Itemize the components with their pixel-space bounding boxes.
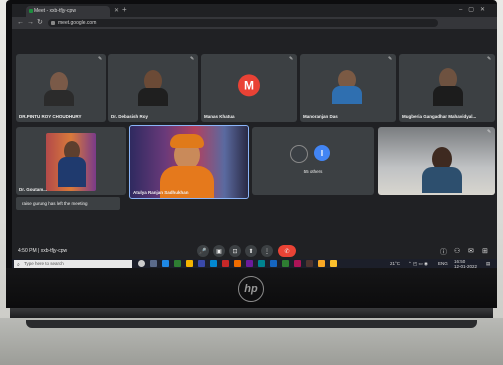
url-input[interactable]: meet.google.com [48,19,438,27]
app-icon[interactable] [222,260,229,267]
participant-name: Atulya Ranjan Sadhukhan [133,190,189,195]
app-icon[interactable] [198,260,205,267]
participant-tile[interactable]: ✎ Mugberia Gangadhar Mahavidyal... [399,54,495,122]
chat-icon[interactable]: ✉ [468,247,474,255]
photo: Meet - xxb-tfjy-cpw ✕ + –▢✕ ← → ↻ meet.g… [0,0,503,365]
mic-icon[interactable]: 🎤 [197,245,209,257]
camera-icon[interactable]: ▣ [213,245,225,257]
present-icon[interactable]: ⬆ [245,245,257,257]
participant-avatar: I [314,145,330,161]
window-controls[interactable]: –▢✕ [459,6,491,13]
mic-off-icon: ✎ [289,56,294,62]
end-call-button[interactable]: ✆ [278,245,296,257]
self-view-tile[interactable]: ✎ [378,127,495,195]
close-tab-icon[interactable]: ✕ [114,7,119,14]
participant-name: Dr. Debasish Roy [111,114,149,119]
lock-icon [51,21,55,25]
active-speaker-tile[interactable]: Atulya Ranjan Sadhukhan [129,125,249,199]
participant-name: DR.PINTU ROY CHOUDHURY [19,114,82,119]
participant-video [170,134,204,148]
participant-video [332,86,362,104]
participant-tile[interactable]: Dr. Goutam... [16,127,126,195]
language-indicator[interactable]: ENG [438,261,448,266]
app-icon[interactable] [282,260,289,267]
browser-tab-title: Meet - xxb-tfjy-cpw [34,8,76,14]
meet-favicon-icon [29,9,33,13]
app-icon[interactable] [234,260,241,267]
participant-left-toast: raise gurung has left the meeting [16,197,120,210]
app-icon[interactable] [270,260,277,267]
mic-off-icon: ✎ [388,56,393,62]
participant-tile[interactable]: M ✎ Manas Khatua [201,54,297,122]
taskbar-search-input[interactable]: ⌕ Type here to search [14,260,132,268]
info-icon[interactable]: ⓘ [440,247,447,257]
new-tab-icon[interactable]: + [122,5,127,14]
captions-icon[interactable]: ⊡ [229,245,241,257]
hp-logo: hp [238,276,264,302]
app-icon[interactable] [174,260,181,267]
people-icon[interactable]: ⚇ [454,247,460,255]
participant-video [58,157,86,187]
url-text: meet.google.com [58,20,97,26]
app-icon[interactable] [318,260,325,267]
laptop-base-lip [26,320,477,328]
participant-tile[interactable]: I 55 others [252,127,374,195]
app-icon[interactable] [258,260,265,267]
app-icon[interactable] [210,260,217,267]
more-options-icon[interactable]: ⋮ [261,245,273,257]
mic-off-icon: ✎ [190,56,195,62]
task-view-icon[interactable] [150,260,157,267]
chrome-icon[interactable] [330,260,337,267]
forward-icon[interactable]: → [27,19,34,27]
participant-tile[interactable]: ✎ Dr. Debasish Roy [108,54,198,122]
mic-off-icon: ✎ [487,129,492,135]
participant-name: Manoranjan Das [303,114,338,119]
participant-video [44,90,74,106]
edge-icon[interactable] [162,260,169,267]
file-explorer-icon[interactable] [186,260,193,267]
app-icon[interactable] [246,260,253,267]
participant-avatar [290,145,308,163]
participant-name: Manas Khatua [204,114,235,119]
meeting-info: 4:50 PM | xxb-tfjy-cpw [18,248,68,254]
participant-video [138,88,168,106]
participant-video [422,167,462,193]
browser-tab-bar: Meet - xxb-tfjy-cpw ✕ + –▢✕ [12,4,497,17]
mic-off-icon: ✎ [98,56,103,62]
back-icon[interactable]: ← [17,19,24,27]
meet-control-bar: 4:50 PM | xxb-tfjy-cpw 🎤 ▣ ⊡ ⬆ ⋮ ✆ ⓘ ⚇ ✉… [12,244,497,259]
laptop-hinge [10,308,493,318]
others-count: 55 others [303,169,323,175]
weather-text[interactable]: 21°C [390,261,400,266]
notification-icon[interactable]: ▤ [486,261,490,267]
activities-icon[interactable]: ⊞ [482,247,488,255]
participant-tile[interactable]: ✎ Manoranjan Das [300,54,396,122]
participant-tile[interactable]: ✎ DR.PINTU ROY CHOUDHURY [16,54,106,122]
participant-name: Dr. Goutam... [19,187,48,192]
app-icon[interactable] [306,260,313,267]
tray-icons[interactable]: ⌃ ◰ ▭ ◉ [408,261,428,267]
participant-name: Mugberia Gangadhar Mahavidyal... [402,114,477,119]
laptop-screen: Meet - xxb-tfjy-cpw ✕ + –▢✕ ← → ↻ meet.g… [12,4,497,269]
search-placeholder: Type here to search [24,261,64,266]
mic-off-icon: ✎ [487,56,492,62]
cortana-icon[interactable] [138,260,145,267]
reload-icon[interactable]: ↻ [37,19,43,27]
browser-tab[interactable]: Meet - xxb-tfjy-cpw [26,6,110,17]
app-icon[interactable] [294,260,301,267]
participant-video [433,86,463,106]
meet-video-grid: ✎ DR.PINTU ROY CHOUDHURY ✎ Dr. Debasish … [12,29,497,244]
address-bar-row: ← → ↻ meet.google.com [12,17,497,29]
participant-avatar: M [238,74,260,97]
